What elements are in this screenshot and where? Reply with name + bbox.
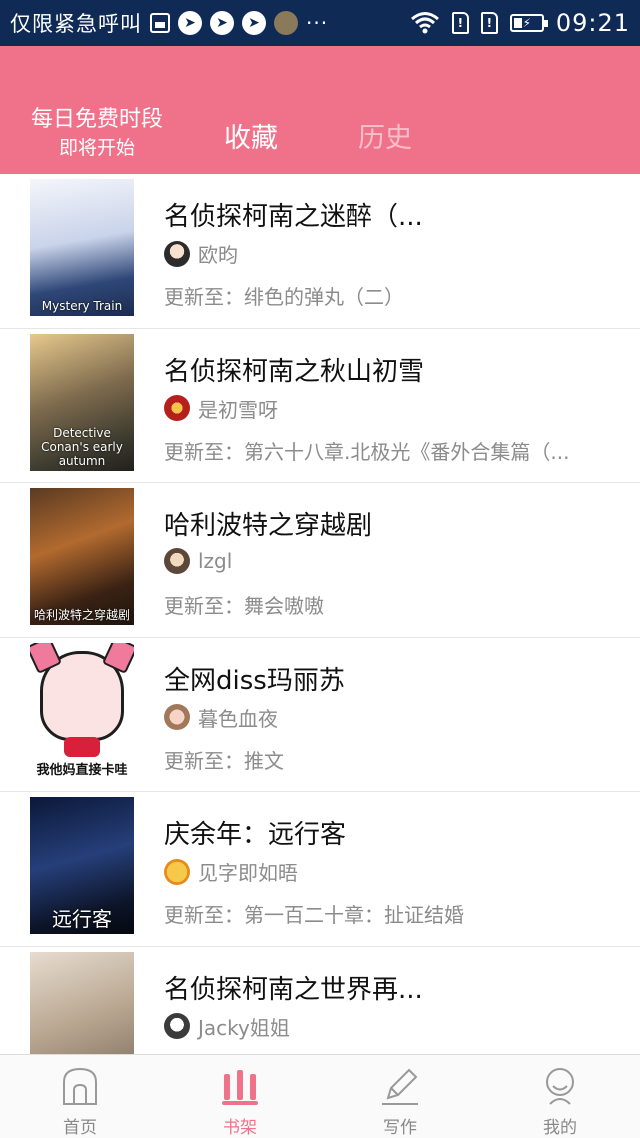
book-title: 名侦探柯南之世界再...	[164, 974, 423, 1005]
book-title: 哈利波特之穿越剧	[164, 511, 373, 541]
nav-label: 首页	[63, 1118, 97, 1138]
book-cover: 我他妈直接卡哇	[30, 642, 134, 780]
status-bar: 仅限紧急呼叫 ➤ ➤ ➤ ··· ! ! ⚡ 09:21	[0, 0, 640, 46]
list-item[interactable]: Mystery Train 名侦探柯南之迷醉（... 欧昀 更新至：绯色的弹丸（…	[0, 174, 640, 329]
author-name: 是初雪呀	[198, 397, 278, 422]
list-item[interactable]: 我他妈直接卡哇 全网diss玛丽苏 暮色血夜 更新至：推文	[0, 638, 640, 792]
wifi-icon	[410, 12, 439, 34]
free-time-title: 每日免费时段	[30, 107, 163, 132]
author-name: 暮色血夜	[198, 706, 278, 731]
sim1-icon: !	[451, 12, 469, 34]
nav-label: 书架	[223, 1118, 257, 1138]
avatar	[164, 704, 190, 730]
avatar	[164, 548, 190, 574]
author-row: 欧昀	[164, 239, 238, 268]
status-bar-right: ! ! ⚡ 09:21	[410, 9, 630, 37]
list-item[interactable]: 远行客 庆余年：远行客 见字即如晤 更新至：第一百二十章：扯证结婚	[0, 792, 640, 947]
emoji-avatar-icon	[274, 11, 298, 35]
nav-item-me[interactable]: 我的	[480, 1055, 640, 1138]
home-icon	[60, 1065, 100, 1107]
book-cover: 哈利波特之穿越剧	[30, 488, 134, 625]
latest-update: 更新至：第一百二十章：扯证结婚	[164, 903, 464, 927]
tab-favorites[interactable]: 收藏	[224, 116, 278, 155]
book-cover	[30, 951, 134, 1054]
author-row: 是初雪呀	[164, 394, 278, 423]
book-cover: Mystery Train	[30, 179, 134, 316]
bow-icon	[64, 736, 100, 757]
latest-update: 更新至：推文	[164, 748, 284, 773]
free-time-banner[interactable]: 每日免费时段 即将开始	[18, 106, 176, 162]
cover-caption: 哈利波特之穿越剧	[33, 608, 130, 622]
book-list[interactable]: Mystery Train 名侦探柯南之迷醉（... 欧昀 更新至：绯色的弹丸（…	[0, 174, 640, 1054]
book-title: 名侦探柯南之秋山初雪	[164, 356, 425, 387]
bird-icon: ➤	[242, 11, 266, 35]
clock-time: 09:21	[555, 9, 630, 37]
author-row: lzgl	[164, 548, 232, 574]
avatar	[164, 240, 190, 267]
more-notifications-icon: ···	[306, 11, 329, 35]
list-item[interactable]: Detective Conan's early autumn 名侦探柯南之秋山初…	[0, 329, 640, 483]
bird-icon: ➤	[178, 11, 202, 35]
latest-update: 更新至：第六十八章.北极光《番外合集篇（...	[164, 439, 570, 464]
latest-update: 更新至：舞会嗷嗷	[164, 594, 324, 618]
book-title: 名侦探柯南之迷醉（...	[164, 202, 423, 232]
bottom-nav: 首页 书架 写作 我的	[0, 1054, 640, 1138]
book-cover: Detective Conan's early autumn	[30, 333, 134, 471]
shelf-header: 每日免费时段 即将开始 收藏 历史	[0, 46, 640, 174]
author-name: 欧昀	[198, 243, 238, 267]
author-name: lzgl	[198, 549, 233, 573]
avatar	[164, 395, 190, 421]
sim2-icon: !	[480, 12, 498, 34]
cover-caption: Mystery Train	[41, 299, 123, 313]
cover-caption: 远行客	[52, 907, 112, 931]
nav-item-write[interactable]: 写作	[320, 1055, 480, 1138]
list-item[interactable]: 名侦探柯南之世界再... Jacky姐姐	[0, 947, 640, 1054]
emergency-calls-only-text: 仅限紧急呼叫	[10, 12, 142, 36]
book-title: 全网diss玛丽苏	[164, 665, 345, 696]
book-title: 庆余年：远行客	[164, 820, 347, 850]
author-row: 暮色血夜	[164, 703, 278, 732]
latest-update: 更新至：绯色的弹丸（二）	[164, 285, 404, 309]
cover-caption: Detective Conan's early autumn	[41, 425, 123, 468]
avatar	[164, 1013, 190, 1039]
profile-icon	[540, 1065, 580, 1107]
app-screen: 仅限紧急呼叫 ➤ ➤ ➤ ··· ! ! ⚡ 09:21 每日免费时段 即将开始…	[0, 0, 640, 1138]
bookshelf-icon	[220, 1065, 260, 1107]
author-row: Jacky姐姐	[164, 1012, 290, 1041]
nav-label: 我的	[543, 1118, 577, 1138]
cover-caption: 我他妈直接卡哇	[36, 762, 128, 778]
tab-history[interactable]: 历史	[358, 116, 412, 155]
meme-face	[40, 650, 124, 741]
nav-item-bookshelf[interactable]: 书架	[160, 1055, 320, 1138]
author-name: 见字即如晤	[198, 861, 298, 885]
battery-charging-icon: ⚡	[509, 14, 548, 32]
nav-item-home[interactable]: 首页	[0, 1055, 160, 1138]
nav-label: 写作	[383, 1118, 417, 1138]
list-item[interactable]: 哈利波特之穿越剧 哈利波特之穿越剧 lzgl 更新至：舞会嗷嗷	[0, 483, 640, 638]
free-time-subtitle: 即将开始	[58, 137, 135, 159]
book-cover: 远行客	[30, 797, 134, 934]
pen-icon	[380, 1065, 420, 1107]
gallery-icon	[150, 13, 170, 33]
author-name: Jacky姐姐	[198, 1015, 290, 1040]
author-row: 见字即如晤	[164, 857, 298, 886]
avatar	[164, 858, 190, 885]
bird-icon: ➤	[210, 11, 234, 35]
status-bar-left: 仅限紧急呼叫 ➤ ➤ ➤ ···	[10, 8, 328, 38]
